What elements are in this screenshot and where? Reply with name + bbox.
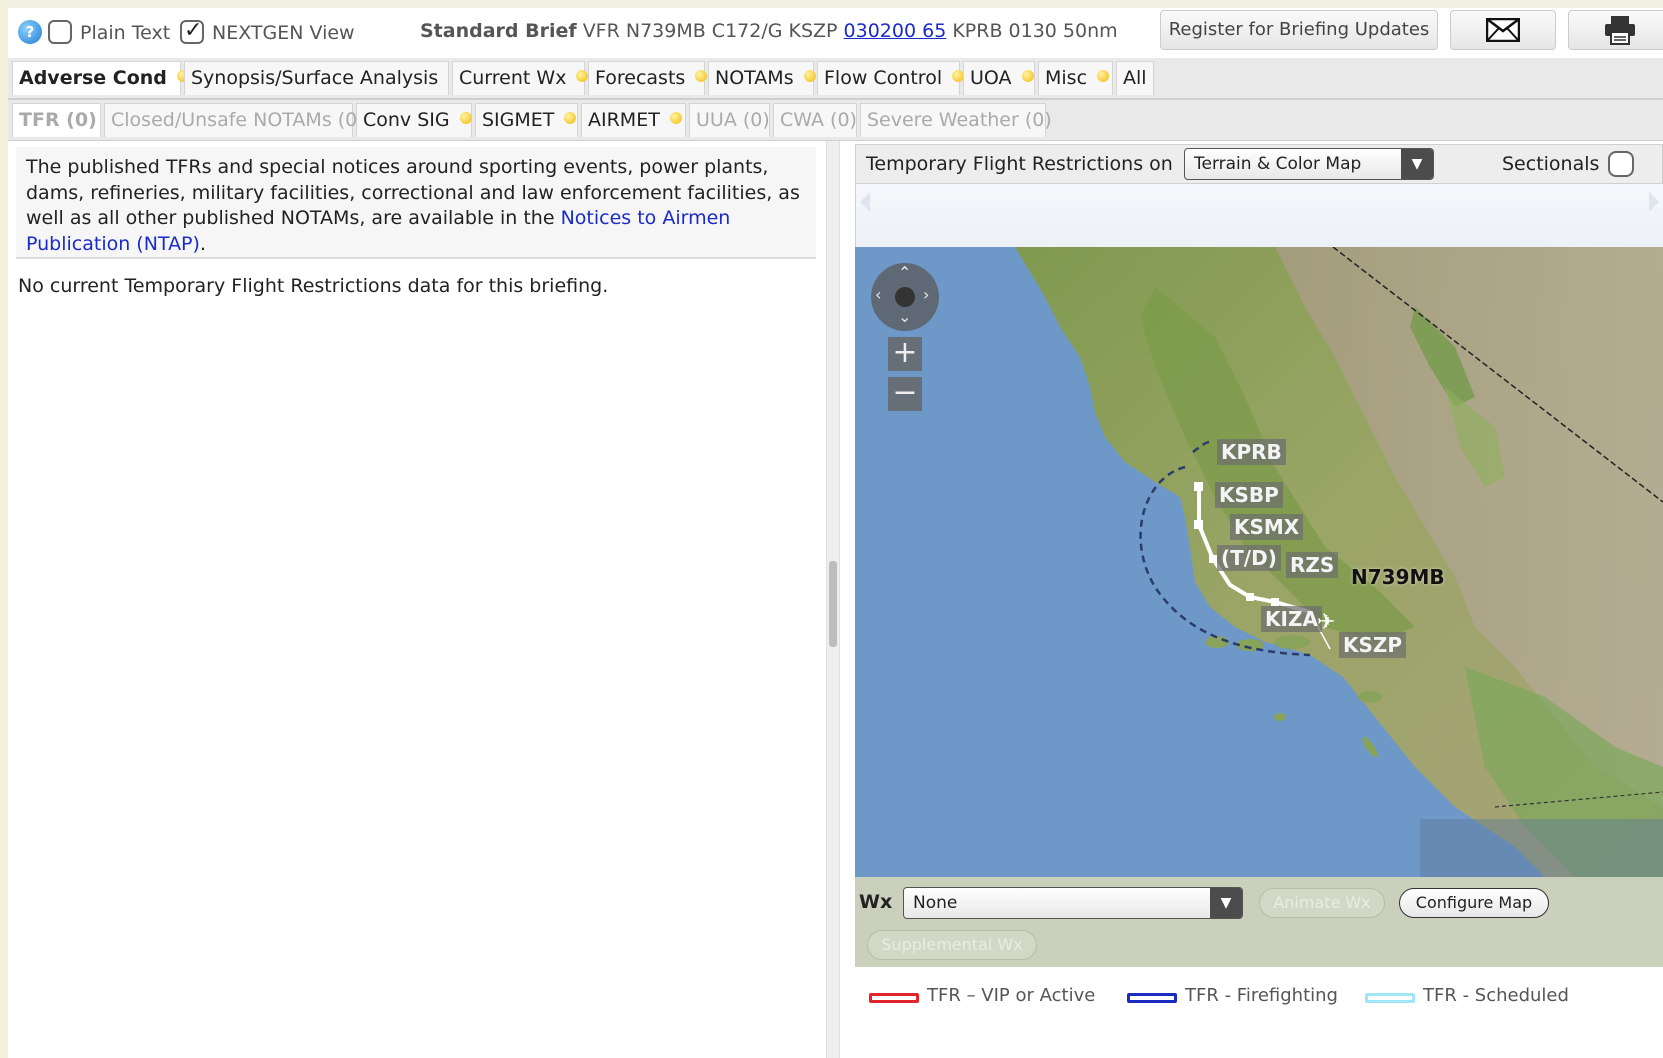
time-slider[interactable] [855,184,1663,247]
subtab-cwa[interactable]: CWA (0) [773,103,857,137]
airport-label-kprb[interactable]: KPRB [1217,439,1286,465]
tab-adverse-cond[interactable]: Adverse Cond [12,61,189,95]
tab-all[interactable]: All [1116,61,1154,95]
no-data-message: No current Temporary Flight Restrictions… [18,275,609,297]
pan-up-icon[interactable]: ⌃ [898,263,911,282]
print-button[interactable] [1568,10,1663,50]
panel-splitter[interactable] [826,141,840,1058]
tfr-legend: TFR – VIP or Active TFR - Firefighting T… [855,967,1663,1058]
wx-select[interactable]: None ▼ [903,887,1243,919]
tab-notams[interactable]: NOTAMs [708,61,816,95]
plain-text-label: Plain Text [80,22,171,44]
pan-center[interactable] [895,287,915,307]
printer-icon [1605,16,1635,45]
terrain-map[interactable]: ⌃ ⌄ ‹ › + − KPRB KSBP KSMX (T/D) RZS KIZ… [855,247,1663,877]
sectionals-checkbox[interactable] [1608,151,1634,177]
legend-swatch [1365,993,1415,1003]
island [1205,636,1229,648]
status-dot-icon [803,70,816,82]
status-dot-icon [1097,70,1110,82]
chevron-down-icon: ▼ [1210,888,1242,918]
brief-destination: KPRB 0130 50nm [952,20,1118,42]
waypoint-label-rzs[interactable]: RZS [1286,552,1339,578]
envelope-icon [1486,18,1520,42]
tfr-notice: The published TFRs and special notices a… [16,147,816,259]
chevron-down-icon: ▼ [1401,149,1433,179]
island [1358,691,1382,703]
map-header: Temporary Flight Restrictions on Terrain… [855,144,1663,184]
subtab-airmet[interactable]: AIRMET [581,103,686,137]
legend-swatch [1127,993,1177,1003]
brief-type: Standard Brief [420,20,577,42]
zoom-in-button[interactable]: + [888,337,922,371]
legend-item-scheduled: TFR - Scheduled [1365,985,1569,1006]
arrow-right-icon[interactable] [1649,192,1659,212]
sectionals-label: Sectionals [1502,153,1600,175]
map-type-select[interactable]: Terrain & Color Map ▼ [1184,148,1434,180]
legend-item-firefighting: TFR - Firefighting [1127,985,1338,1006]
supplemental-wx-button[interactable]: Supplemental Wx [867,930,1037,960]
main-tab-bar: Adverse Cond Synopsis/Surface Analysis C… [8,58,1663,100]
status-dot-icon [669,112,682,124]
status-dot-icon [459,112,472,124]
legend-item-vip-active: TFR – VIP or Active [869,985,1095,1006]
airport-label-ksmx[interactable]: KSMX [1230,514,1304,540]
brief-time-link[interactable]: 030200 65 [844,20,947,42]
help-icon[interactable]: ? [18,20,42,44]
splitter-grip[interactable] [829,561,837,647]
waypoint-label-td[interactable]: (T/D) [1217,545,1281,571]
tab-current-wx[interactable]: Current Wx [452,61,589,95]
airport-label-kszp[interactable]: KSZP [1339,632,1407,658]
arrow-left-icon[interactable] [860,192,870,212]
brief-route: VFR N739MB C172/G KSZP [582,20,838,42]
pan-right-icon[interactable]: › [923,285,929,304]
nextgen-view-label: NEXTGEN View [212,22,355,44]
status-dot-icon [1021,70,1034,82]
airplane-icon[interactable]: ✈ [1317,610,1335,635]
pan-down-icon[interactable]: ⌄ [898,307,911,326]
brief-summary: Standard Brief VFR N739MB C172/G KSZP 03… [420,20,1118,42]
island [1274,635,1310,649]
wx-label: Wx [859,891,893,913]
wx-controls: Wx None ▼ Animate Wx Configure Map Suppl… [855,877,1663,967]
status-dot-icon [695,70,708,82]
tab-misc[interactable]: Misc [1038,61,1113,95]
map-title: Temporary Flight Restrictions on [866,153,1173,175]
tab-uoa[interactable]: UOA [963,61,1035,95]
tab-synopsis-surface-analysis[interactable]: Synopsis/Surface Analysis [184,61,449,95]
map-panel: Temporary Flight Restrictions on Terrain… [855,144,1663,1058]
aircraft-label: N739MB [1351,565,1445,589]
subtab-uua[interactable]: UUA (0) [689,103,770,137]
tab-forecasts[interactable]: Forecasts [588,61,708,95]
tab-flow-control[interactable]: Flow Control [817,61,965,95]
pan-left-icon[interactable]: ‹ [875,285,881,304]
nextgen-view-checkbox[interactable] [180,18,204,44]
legend-swatch [869,993,919,1003]
register-briefing-updates-button[interactable]: Register for Briefing Updates [1160,10,1438,50]
email-button[interactable] [1450,10,1556,50]
subtab-sigmet[interactable]: SIGMET [475,103,578,137]
airport-label-kiza[interactable]: KIZA [1261,606,1322,632]
airport-label-ksbp[interactable]: KSBP [1215,482,1283,508]
zoom-out-button[interactable]: − [888,377,922,411]
subtab-severe-weather[interactable]: Severe Weather (0) [860,103,1052,137]
animate-wx-button[interactable]: Animate Wx [1259,888,1385,918]
subtab-closed-unsafe-notams[interactable]: Closed/Unsafe NOTAMs (0) [104,103,365,137]
subtab-conv-sig[interactable]: Conv SIG [356,103,472,137]
status-dot-icon [576,70,589,82]
pan-control[interactable]: ⌃ ⌄ ‹ › [871,263,939,331]
left-edge [0,0,8,1058]
subtab-tfr[interactable]: TFR (0) [12,103,101,137]
briefing-header: ? Plain Text NEXTGEN View Standard Brief… [8,8,1663,58]
configure-map-button[interactable]: Configure Map [1399,888,1549,918]
tfr-text-panel: The published TFRs and special notices a… [8,141,826,1058]
status-dot-icon [564,112,577,124]
sub-tab-bar: TFR (0) Closed/Unsafe NOTAMs (0) Conv SI… [8,100,1663,141]
island [1274,713,1286,721]
plain-text-checkbox[interactable] [48,20,72,44]
